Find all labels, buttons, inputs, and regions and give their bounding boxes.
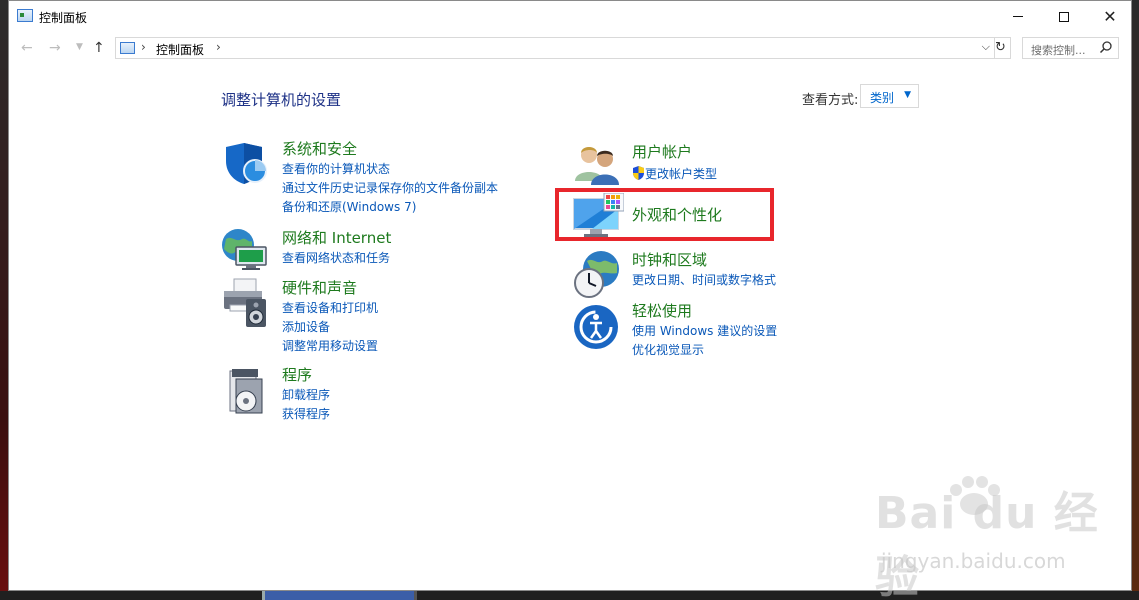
minimize-button[interactable] xyxy=(995,1,1041,32)
category-user-accounts: 用户帐户 更改帐户类型 xyxy=(632,141,717,184)
page-title: 调整计算机的设置 xyxy=(221,91,342,109)
maximize-icon xyxy=(1059,11,1069,22)
link-mobility-settings[interactable]: 调整常用移动设置 xyxy=(282,337,378,356)
printer-speaker-icon[interactable] xyxy=(220,277,270,333)
control-panel-icon xyxy=(17,9,33,22)
link-optimize-visual-display[interactable]: 优化视觉显示 xyxy=(632,341,777,360)
category-programs: 程序 卸载程序 获得程序 xyxy=(282,364,330,424)
view-by-value: 类别 xyxy=(870,91,895,105)
breadcrumb-separator-icon[interactable]: › xyxy=(141,40,146,54)
window-title: 控制面板 xyxy=(39,11,88,25)
link-file-history-backup[interactable]: 通过文件历史记录保存你的文件备份副本 xyxy=(282,179,498,198)
search-placeholder: 搜索控制... xyxy=(1031,44,1086,57)
breadcrumb-control-panel[interactable]: 控制面板 xyxy=(156,41,204,58)
refresh-icon: ↻ xyxy=(995,40,1006,55)
refresh-button[interactable]: ↻ xyxy=(991,37,1011,59)
link-uninstall-program[interactable]: 卸载程序 xyxy=(282,386,330,405)
link-get-programs[interactable]: 获得程序 xyxy=(282,405,330,424)
category-title-programs[interactable]: 程序 xyxy=(282,364,330,385)
chevron-down-icon: ▼ xyxy=(904,90,911,100)
maximize-button[interactable] xyxy=(1041,1,1087,32)
clock-globe-icon[interactable] xyxy=(573,249,621,303)
link-add-device[interactable]: 添加设备 xyxy=(282,318,378,337)
close-icon: ✕ xyxy=(1103,7,1117,26)
up-arrow-icon[interactable]: ↑ xyxy=(93,40,105,56)
ease-of-access-icon[interactable] xyxy=(572,303,620,355)
link-change-date-time-format[interactable]: 更改日期、时间或数字格式 xyxy=(632,271,776,290)
programs-disc-icon[interactable] xyxy=(224,367,268,419)
link-view-devices-printers[interactable]: 查看设备和打印机 xyxy=(282,299,378,318)
category-network-internet: 网络和 Internet 查看网络状态和任务 xyxy=(282,227,391,268)
category-title-ease-of-access[interactable]: 轻松使用 xyxy=(632,300,777,321)
watermark-brand: Bai du 经验 xyxy=(875,488,1099,600)
category-title-system-security[interactable]: 系统和安全 xyxy=(282,138,498,159)
search-input[interactable]: 搜索控制... xyxy=(1022,37,1119,59)
forward-arrow-icon[interactable]: → xyxy=(49,40,61,56)
title-bar[interactable]: 控制面板 ✕ xyxy=(9,1,1131,32)
link-backup-restore[interactable]: 备份和还原(Windows 7) xyxy=(282,198,498,217)
shield-icon[interactable] xyxy=(222,139,270,191)
watermark-url: jingyan.baidu.com xyxy=(881,549,1066,573)
link-recommended-settings[interactable]: 使用 Windows 建议的设置 xyxy=(632,322,777,341)
recent-locations-icon[interactable]: ▼ xyxy=(76,42,83,52)
highlight-annotation-box xyxy=(555,188,774,241)
minimize-icon xyxy=(1013,16,1023,17)
back-arrow-icon[interactable]: ← xyxy=(21,40,33,56)
control-panel-window: 控制面板 ✕ ← → ▼ ↑ › 控制面板 › ⌵ ↻ 搜索控制... 调整计算… xyxy=(8,0,1132,600)
category-ease-of-access: 轻松使用 使用 Windows 建议的设置 优化视觉显示 xyxy=(632,300,777,360)
link-change-account-type[interactable]: 更改帐户类型 xyxy=(632,165,717,184)
view-by-dropdown[interactable]: 类别 ▼ xyxy=(860,84,919,108)
link-view-network-status[interactable]: 查看网络状态和任务 xyxy=(282,249,391,268)
link-change-account-type-label: 更改帐户类型 xyxy=(645,167,718,181)
desktop-background-left xyxy=(0,0,8,600)
users-icon[interactable] xyxy=(573,141,621,191)
desktop-background-right xyxy=(1132,0,1139,600)
address-dropdown-icon[interactable]: ⌵ xyxy=(982,40,990,54)
search-icon[interactable] xyxy=(1099,40,1113,58)
taskbar-thumbnail[interactable] xyxy=(262,591,417,600)
category-title-hardware-sound[interactable]: 硬件和声音 xyxy=(282,277,378,298)
view-by-label: 查看方式: xyxy=(802,93,859,108)
category-hardware-sound: 硬件和声音 查看设备和打印机 添加设备 调整常用移动设置 xyxy=(282,277,378,356)
category-title-network-internet[interactable]: 网络和 Internet xyxy=(282,227,391,248)
link-view-computer-status[interactable]: 查看你的计算机状态 xyxy=(282,160,498,179)
category-title-user-accounts[interactable]: 用户帐户 xyxy=(632,141,717,162)
close-button[interactable]: ✕ xyxy=(1087,1,1133,32)
category-clock-region: 时钟和区域 更改日期、时间或数字格式 xyxy=(632,249,776,290)
category-title-clock-region[interactable]: 时钟和区域 xyxy=(632,249,776,270)
breadcrumb-chevron-icon[interactable]: › xyxy=(216,40,221,54)
category-system-security: 系统和安全 查看你的计算机状态 通过文件历史记录保存你的文件备份副本 备份和还原… xyxy=(282,138,498,217)
navigation-bar: ← → ▼ ↑ › 控制面板 › ⌵ ↻ 搜索控制... xyxy=(9,32,1131,64)
uac-shield-icon xyxy=(633,166,644,180)
address-bar[interactable]: › 控制面板 › ⌵ xyxy=(115,37,995,59)
control-panel-small-icon xyxy=(120,42,135,54)
network-globe-icon[interactable] xyxy=(220,225,270,277)
